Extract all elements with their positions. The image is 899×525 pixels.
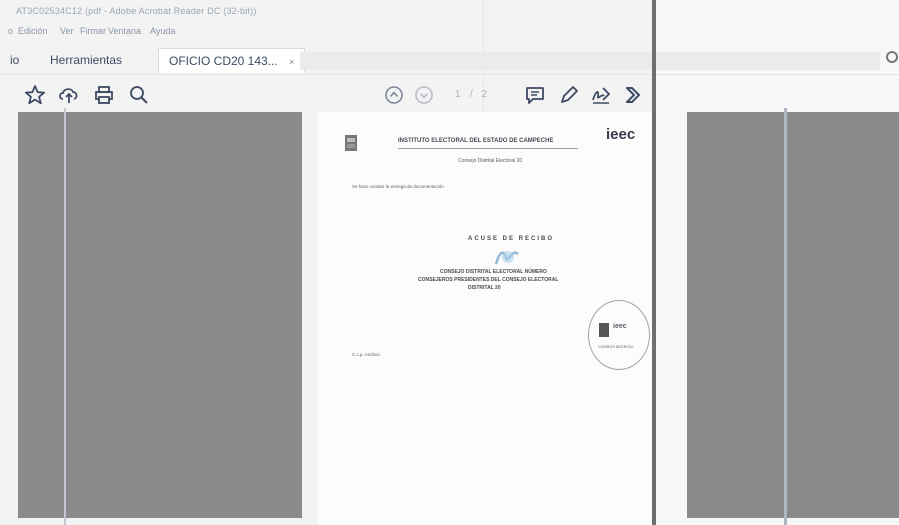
- doc-header: INSTITUTO ELECTORAL DEL ESTADO DE CAMPEC…: [398, 138, 554, 144]
- tab-bar: io Herramientas OFICIO CD20 143... ×: [0, 44, 899, 75]
- window-divider: [652, 0, 656, 525]
- right-panel-line: [784, 108, 787, 525]
- page-current[interactable]: 1: [455, 89, 464, 100]
- tab-document-label: OFICIO CD20 143...: [169, 54, 278, 68]
- signature-mark-icon: [494, 246, 520, 268]
- page-down-icon[interactable]: [413, 84, 435, 106]
- star-icon[interactable]: [24, 84, 46, 106]
- doc-footer: C.c.p. Archivo: [352, 352, 380, 357]
- tab-strip-empty: [300, 52, 880, 70]
- tab-start[interactable]: io: [10, 48, 19, 72]
- doc-subheader: Consejo Distrital Electoral 20: [458, 158, 523, 164]
- body-line-1: CONSEJO DISTRITAL ELECTORAL NÚMERO: [440, 269, 547, 275]
- stamp-emblem-icon: [599, 323, 609, 337]
- share-icon[interactable]: [622, 84, 644, 106]
- menu-bar: o Edición Ver Firmar Ventana Ayuda: [0, 26, 660, 42]
- received-label: ACUSE DE RECIBO: [468, 236, 555, 242]
- menu-item-ventana[interactable]: Ventana: [108, 26, 141, 36]
- doc-intro: Se hace constar la entrega de documentac…: [352, 184, 444, 189]
- seal-stamp: ieec CONSEJO DISTRITAL: [588, 300, 650, 370]
- pen-icon[interactable]: [558, 84, 580, 106]
- left-panel-line: [64, 108, 66, 525]
- body-line-3: DISTRITAL 20: [468, 285, 501, 291]
- zoom-icon[interactable]: [128, 84, 150, 106]
- ieec-logo: ieec: [606, 126, 636, 143]
- right-panel: [687, 112, 899, 518]
- menu-item-firmar[interactable]: Firmar: [80, 26, 106, 36]
- menu-item-ayuda[interactable]: Ayuda: [150, 26, 175, 36]
- stamp-logo: ieec: [613, 323, 627, 330]
- document-page[interactable]: INSTITUTO ELECTORAL DEL ESTADO DE CAMPEC…: [318, 112, 652, 525]
- title-bar: AT3C02534C12 (pdf - Adobe Acrobat Reader…: [0, 0, 660, 26]
- page-up-icon[interactable]: [383, 84, 405, 106]
- menu-item-cut[interactable]: o: [8, 26, 13, 36]
- left-panel: [18, 112, 302, 518]
- search-icon[interactable]: [885, 50, 899, 69]
- tab-document[interactable]: OFICIO CD20 143... ×: [158, 48, 306, 73]
- tab-tools[interactable]: Herramientas: [50, 48, 122, 72]
- tab-close-icon[interactable]: ×: [289, 57, 294, 67]
- body-line-2: CONSEJEROS PRESIDENTES DEL CONSEJO ELECT…: [418, 277, 559, 283]
- coat-of-arms-icon: [344, 134, 358, 154]
- doc-header-rule: [398, 148, 578, 149]
- stamp-text: CONSEJO DISTRITAL: [598, 345, 634, 349]
- print-icon[interactable]: [93, 84, 115, 106]
- window-title: AT3C02534C12 (pdf - Adobe Acrobat Reader…: [16, 6, 257, 16]
- sign-icon[interactable]: [590, 84, 612, 106]
- comment-icon[interactable]: [524, 84, 546, 106]
- page-total: / 2: [470, 89, 491, 100]
- upload-cloud-icon[interactable]: [58, 84, 80, 106]
- menu-item-edicion[interactable]: Edición: [18, 26, 48, 36]
- toolbar: 1 / 2: [0, 76, 660, 114]
- menu-item-ver[interactable]: Ver: [60, 26, 74, 36]
